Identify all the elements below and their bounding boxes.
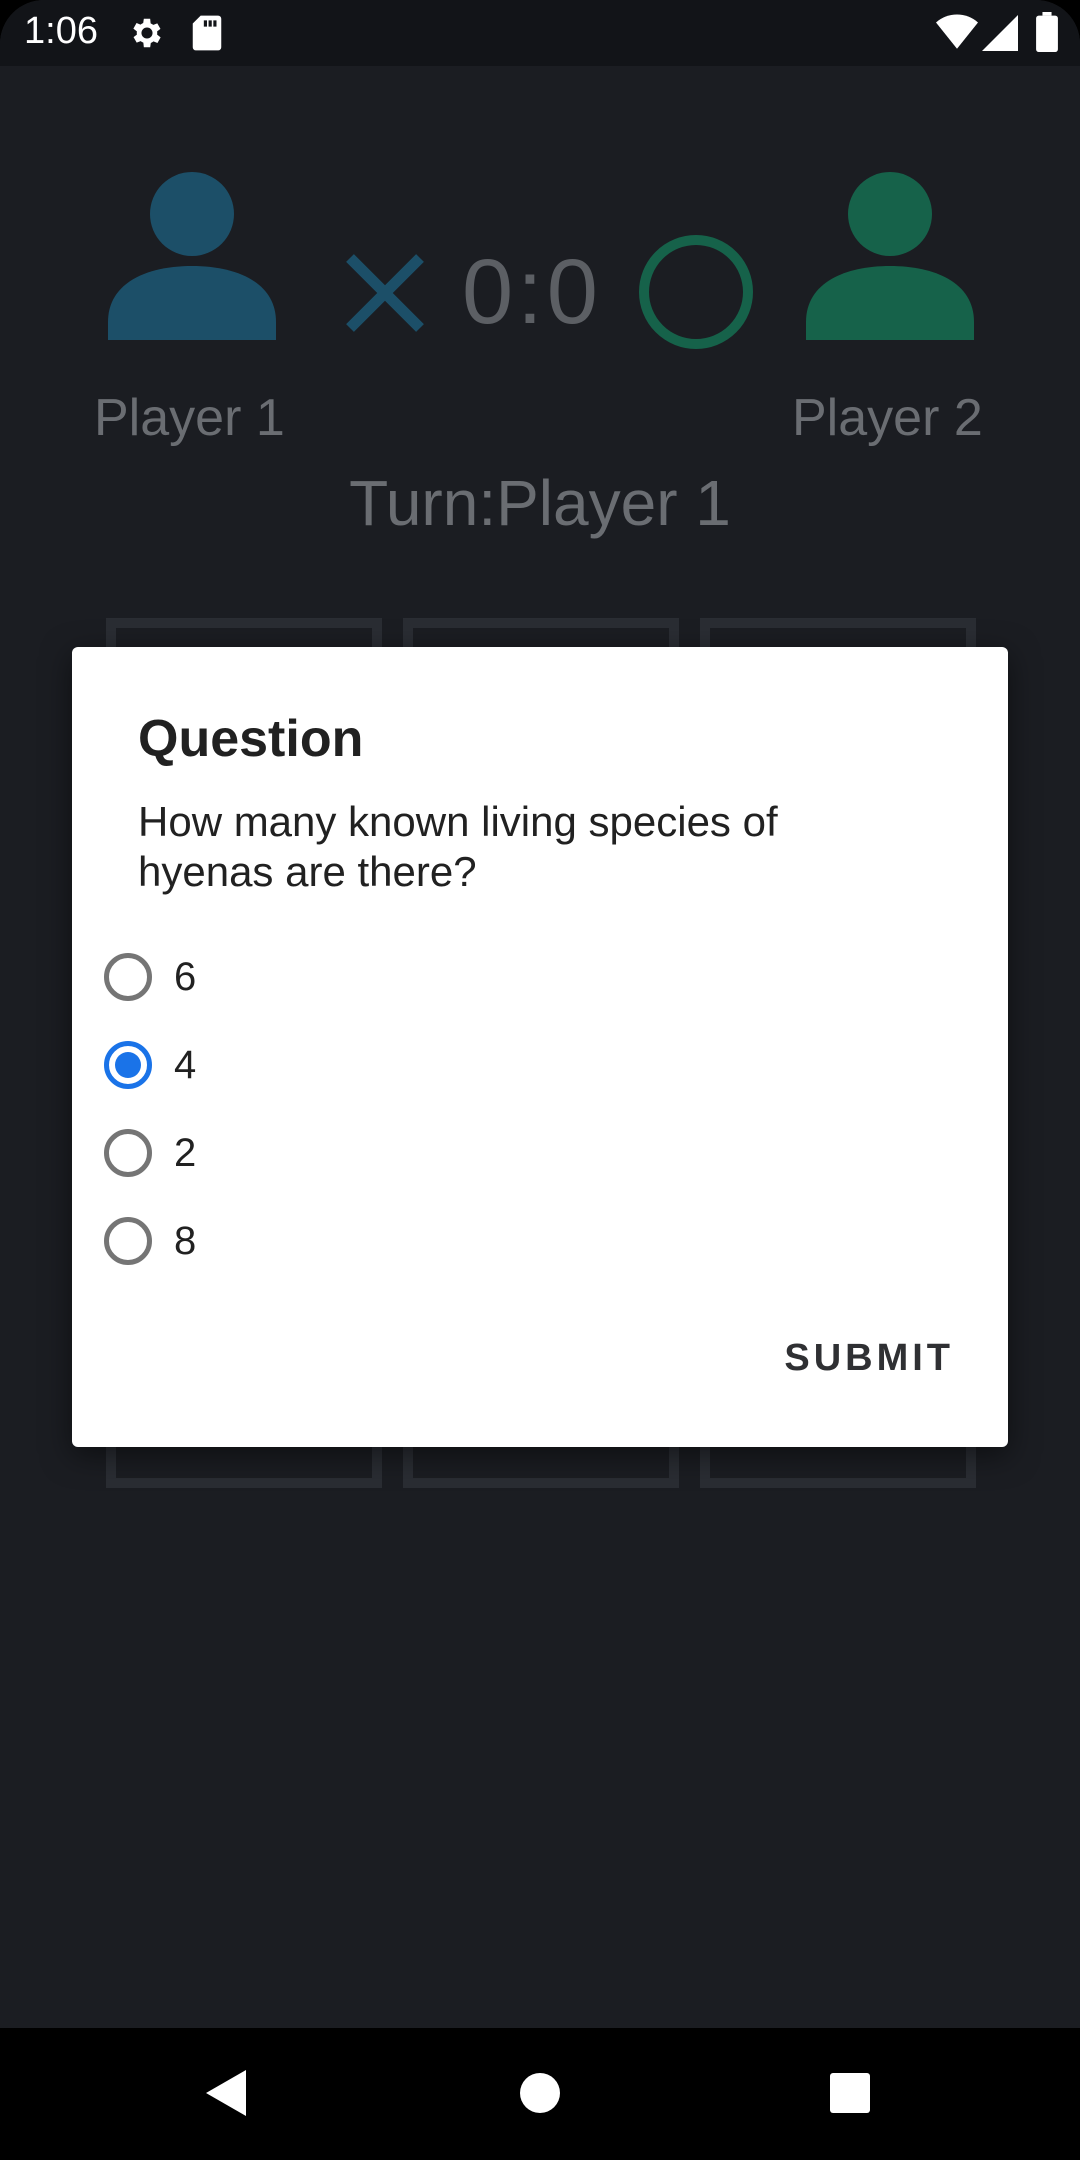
- submit-button[interactable]: SUBMIT: [784, 1337, 954, 1380]
- question-dialog: Question How many known living species o…: [72, 647, 1008, 1447]
- wifi-icon: [936, 14, 978, 57]
- score: 0:0: [462, 241, 602, 343]
- battery-icon: [1036, 12, 1058, 57]
- answer-option[interactable]: 8: [102, 1201, 962, 1281]
- status-bar: 1:06: [0, 0, 1080, 66]
- player1-name: Player 1: [94, 389, 285, 447]
- signal-icon: [982, 14, 1018, 57]
- dialog-title: Question: [138, 710, 364, 768]
- screen: 1:06 0:0 Player 1 Player 2 Turn:Player 1…: [0, 0, 1080, 2160]
- home-icon[interactable]: [518, 2068, 562, 2123]
- radio-button-selected[interactable]: [104, 1041, 152, 1089]
- player1-avatar-icon: [108, 172, 276, 345]
- option-label: 6: [174, 954, 197, 999]
- recents-icon[interactable]: [828, 2068, 872, 2123]
- question-text: How many known living species of hyenas …: [138, 798, 778, 895]
- o-icon: [638, 234, 754, 355]
- back-icon[interactable]: [204, 2068, 248, 2123]
- x-icon: [344, 252, 426, 339]
- option-label: 4: [174, 1042, 197, 1087]
- answer-option[interactable]: 4: [102, 1025, 962, 1105]
- status-time: 1:06: [24, 10, 98, 52]
- radio-button[interactable]: [104, 953, 152, 1001]
- option-label: 8: [174, 1218, 197, 1263]
- radio-button[interactable]: [104, 1129, 152, 1177]
- answer-option[interactable]: 2: [102, 1113, 962, 1193]
- turn-label: Turn:Player 1: [349, 467, 731, 539]
- player2-avatar-icon: [806, 172, 974, 345]
- radio-button[interactable]: [104, 1217, 152, 1265]
- option-label: 2: [174, 1130, 197, 1175]
- sd-card-icon: [190, 14, 224, 57]
- navigation-bar: [0, 2028, 1080, 2160]
- answer-option[interactable]: 6: [102, 937, 962, 1017]
- settings-icon: [128, 14, 166, 57]
- player2-name: Player 2: [792, 389, 983, 447]
